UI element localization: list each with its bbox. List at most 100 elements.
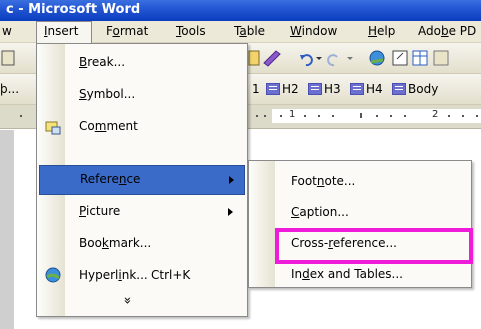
toolbar-more-icon[interactable] <box>433 50 449 66</box>
ruler-tick <box>20 115 22 117</box>
menu-text: mark... <box>108 236 152 250</box>
style-label: H3 <box>324 82 341 96</box>
insert-table-icon[interactable] <box>412 50 428 66</box>
menu-text: Co <box>79 119 95 133</box>
menu-window[interactable]: Window <box>290 24 337 38</box>
insert-menu-dropdown: Break... Symbol... Comment Reference Pic… <box>36 43 248 317</box>
body-style-icon <box>392 82 406 95</box>
submenu-item-index-and-tables[interactable]: Index and Tables... <box>249 260 471 289</box>
style-box-partial[interactable]: þ... <box>0 82 19 96</box>
menu-label: nsert <box>47 24 79 38</box>
menu-text: reak... <box>87 55 126 69</box>
menu-accel: P <box>79 204 86 218</box>
menu-accel: a <box>239 24 247 38</box>
menu-label: elp <box>377 24 396 38</box>
submenu-arrow-icon <box>229 176 234 184</box>
style-h4-button[interactable]: H4 <box>350 82 383 96</box>
style-1-partial[interactable]: 1 <box>252 82 260 96</box>
menu-accel: W <box>290 24 302 38</box>
menu-text: nk... <box>121 268 148 282</box>
menu-text: ex and Tables... <box>309 267 403 281</box>
format-painter-icon[interactable] <box>248 50 260 66</box>
style-body-button[interactable]: Body <box>392 82 438 96</box>
menu-item-label: Symbol... <box>79 87 135 101</box>
menu-item-hyperlink[interactable]: Hyperlink... Ctrl+K <box>37 261 247 291</box>
menu-accel: k <box>101 236 109 250</box>
ruler-tick <box>264 115 266 117</box>
menu-view-partial[interactable]: w <box>2 24 12 38</box>
heading-style-icon <box>350 82 364 95</box>
undo-icon[interactable] <box>300 54 322 67</box>
menu-item-label: Hyperlink... <box>79 268 148 282</box>
menu-text: aption... <box>299 205 349 219</box>
tables-borders-icon[interactable] <box>392 50 408 66</box>
ruler-tick <box>462 115 464 117</box>
style-label: Body <box>408 82 439 96</box>
heading-style-icon <box>266 82 280 95</box>
table-icon-partial[interactable] <box>1 50 15 66</box>
window-title: c - Microsoft Word <box>6 2 141 17</box>
menu-adobe-pdf[interactable]: Adobe PD <box>418 24 476 38</box>
hyperlink-globe-icon <box>45 267 61 283</box>
paintbrush-icon[interactable] <box>263 50 281 67</box>
menu-item-picture[interactable]: Picture <box>37 197 247 227</box>
menu-format[interactable]: Format <box>106 24 148 38</box>
menu-label: w <box>2 24 12 38</box>
menu-label: Ado <box>418 24 441 38</box>
menu-item-label: Footnote... <box>291 174 355 188</box>
title-bar: c - Microsoft Word <box>0 0 481 21</box>
ruler-tick <box>376 115 378 117</box>
heading-style-icon <box>308 82 322 95</box>
menu-item-comment[interactable]: Comment <box>37 112 247 142</box>
menu-label: indow <box>301 24 338 38</box>
menu-text: Refere <box>80 172 119 186</box>
ruler-tick <box>404 115 406 117</box>
submenu-item-caption[interactable]: Caption... <box>249 198 471 227</box>
comment-icon <box>45 121 61 135</box>
style-h2-button[interactable]: H2 <box>266 82 299 96</box>
menu-shortcut: Ctrl+K <box>151 268 191 282</box>
menu-text: Boo <box>79 236 102 250</box>
ruler-tick <box>318 115 320 117</box>
menu-item-label: Comment <box>79 119 138 133</box>
menu-label: e PD <box>448 24 477 38</box>
menu-item-break[interactable]: Break... <box>37 48 247 78</box>
menu-bar: w Insert Format Tools Table Window Help … <box>0 21 481 43</box>
menu-text: In <box>291 267 303 281</box>
submenu-arrow-icon <box>228 208 233 216</box>
menu-accel: m <box>94 119 107 133</box>
menu-accel: B <box>79 55 88 69</box>
style-h3-button[interactable]: H3 <box>308 82 341 96</box>
menu-label: ble <box>246 24 266 38</box>
highlight-box <box>275 228 473 264</box>
menu-text: ment <box>106 119 138 133</box>
reference-submenu: Footnote... Caption... Cross-reference..… <box>248 160 472 288</box>
menu-text: Hyperl <box>79 268 119 282</box>
ruler-tick <box>476 115 478 117</box>
menu-insert[interactable]: Insert <box>44 24 78 38</box>
menu-help[interactable]: Help <box>368 24 395 38</box>
page-margin-gutter <box>0 130 14 329</box>
menu-text: ote... <box>324 174 356 188</box>
ruler-number: 2 <box>432 109 439 120</box>
ruler-number: 1 <box>289 109 296 120</box>
menu-expand-button[interactable]: » <box>37 291 247 315</box>
menu-accel: o <box>112 24 120 38</box>
ruler-tick <box>304 115 306 117</box>
menu-accel: d <box>302 267 310 281</box>
submenu-item-footnote[interactable]: Footnote... <box>249 167 471 196</box>
menu-accel: S <box>79 87 87 101</box>
ruler-tick <box>360 113 362 118</box>
menu-tools[interactable]: Tools <box>176 24 206 38</box>
menu-item-reference[interactable]: Reference <box>39 165 245 195</box>
redo-icon[interactable] <box>327 54 353 67</box>
menu-item-symbol[interactable]: Symbol... <box>37 80 247 110</box>
menu-item-bookmark[interactable]: Bookmark... <box>37 229 247 259</box>
menu-accel: H <box>368 24 378 38</box>
hyperlink-globe-icon[interactable] <box>369 50 385 66</box>
ruler-tick <box>256 115 258 117</box>
menu-text: Foot <box>291 174 317 188</box>
menu-text: ce <box>126 172 141 186</box>
menu-label: ools <box>181 24 206 38</box>
menu-table[interactable]: Table <box>234 24 265 38</box>
